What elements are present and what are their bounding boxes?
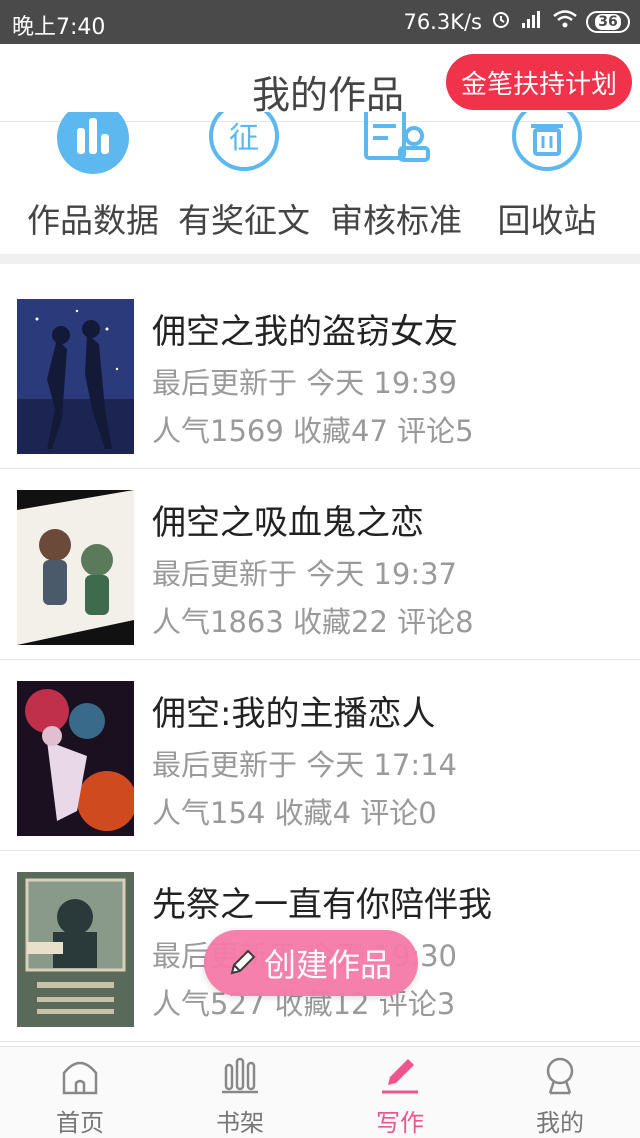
status-bar: 晚上7:40 76.3K/s 36 (0, 0, 640, 44)
status-indicators: 76.3K/s 36 (403, 8, 630, 35)
pen-icon (382, 1059, 418, 1094)
work-stats: 人气154 收藏4 评论0 (152, 796, 437, 830)
nav-bookshelf[interactable]: 书架 (160, 1047, 320, 1138)
quick-action-label: 作品数据 (27, 201, 159, 240)
header: 我的作品 金笔扶持计划 (0, 44, 640, 122)
nav-writing[interactable]: 写作 (320, 1047, 480, 1138)
profile-icon (546, 1057, 574, 1095)
work-title: 佣空之吸血鬼之恋 (152, 503, 424, 543)
work-updated: 最后更新于 今天 17:14 (152, 748, 458, 782)
work-title: 先祭之一直有你陪伴我 (152, 885, 492, 925)
work-stats: 人气1569 收藏47 评论5 (152, 414, 474, 448)
contest-icon: 征 (209, 112, 279, 171)
signal-icon (520, 9, 544, 34)
quick-action-work-data[interactable]: 作品数据 (13, 112, 173, 254)
network-speed: 76.3K/s (403, 9, 482, 34)
works-list: 佣空之我的盗窃女友 最后更新于 今天 19:39 人气1569 收藏47 评论5… (0, 278, 640, 1042)
create-work-button[interactable]: 创建作品 (204, 930, 418, 996)
quick-actions: 作品数据 征 有奖征文 审核标准 回收站 (0, 112, 640, 254)
work-title: 佣空:我的主播恋人 (152, 694, 436, 734)
nav-label: 书架 (216, 1109, 264, 1137)
bottom-nav: 首页 书架 写作 我的 (0, 1046, 640, 1138)
quick-action-review-standard[interactable]: 审核标准 (316, 112, 476, 254)
battery-level: 36 (595, 13, 621, 30)
home-icon (62, 1061, 98, 1095)
status-time: 晚上7:40 (12, 15, 106, 40)
nav-label: 写作 (376, 1109, 424, 1137)
nav-label: 首页 (56, 1109, 104, 1137)
review-standard-icon (364, 112, 430, 162)
battery-icon: 36 (586, 10, 630, 33)
alarm-icon (490, 8, 512, 35)
work-item[interactable]: 佣空:我的主播恋人 最后更新于 今天 17:14 人气154 收藏4 评论0 (0, 660, 640, 851)
quick-action-contest[interactable]: 征 有奖征文 (164, 112, 324, 254)
nav-label: 我的 (536, 1109, 584, 1137)
pencil-icon (230, 949, 256, 975)
bar-chart-icon (57, 112, 129, 174)
svg-text:征: 征 (229, 121, 259, 156)
work-cover-image (17, 490, 134, 645)
nav-home[interactable]: 首页 (0, 1047, 160, 1138)
work-item[interactable]: 佣空之吸血鬼之恋 最后更新于 今天 19:37 人气1863 收藏22 评论8 (0, 469, 640, 660)
work-stats: 人气1863 收藏22 评论8 (152, 605, 474, 639)
section-divider (0, 254, 640, 264)
wifi-icon (552, 9, 578, 34)
trash-icon (512, 112, 582, 171)
create-work-label: 创建作品 (264, 946, 393, 984)
quick-action-trash[interactable]: 回收站 (467, 112, 627, 254)
work-cover-image (17, 681, 134, 836)
quick-action-label: 有奖征文 (178, 201, 310, 240)
quick-action-label: 回收站 (497, 201, 597, 240)
work-updated: 最后更新于 今天 19:37 (152, 557, 458, 591)
quick-action-label: 审核标准 (330, 201, 462, 240)
golden-pen-plan-button[interactable]: 金笔扶持计划 (446, 54, 632, 110)
work-cover-image (17, 872, 134, 1027)
work-title: 佣空之我的盗窃女友 (152, 312, 458, 352)
work-updated: 最后更新于 今天 19:39 (152, 366, 458, 400)
work-item[interactable]: 佣空之我的盗窃女友 最后更新于 今天 19:39 人气1569 收藏47 评论5 (0, 278, 640, 469)
nav-profile[interactable]: 我的 (480, 1047, 640, 1138)
work-cover-image (17, 299, 134, 454)
bookshelf-icon (222, 1057, 258, 1094)
